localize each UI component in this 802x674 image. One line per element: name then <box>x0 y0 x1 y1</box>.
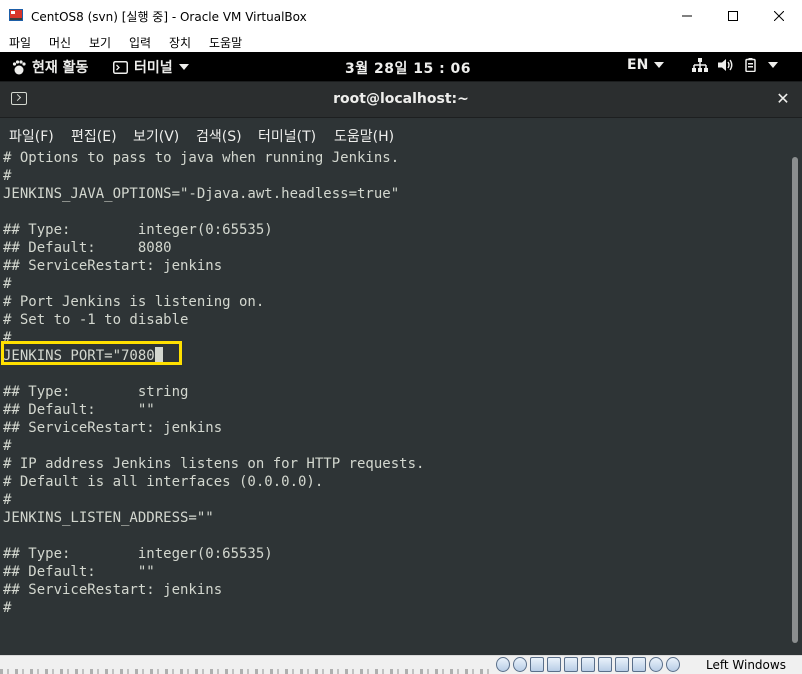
chevron-down-icon <box>178 64 189 70</box>
terminal-line: # Default is all interfaces (0.0.0.0). <box>3 474 324 490</box>
virtualbox-app-icon <box>9 9 23 21</box>
status-strip <box>0 669 490 674</box>
minimize-icon <box>682 15 692 16</box>
battery-icon <box>745 58 756 72</box>
system-tray[interactable] <box>692 58 778 72</box>
terminal-menu-help[interactable]: 도움말(H) <box>334 126 394 146</box>
terminal-menu-bar: 파일(F) 편집(E) 보기(V) 검색(S) 터미널(T) 도움말(H) <box>0 119 802 149</box>
terminal-line: # <box>3 438 12 454</box>
terminal-line: # <box>3 600 12 616</box>
terminal-line: ## Type: integer(0:65535) <box>3 222 273 238</box>
vbox-menu-devices[interactable]: 장치 <box>169 34 191 51</box>
window-title: CentOS8 (svn) [실행 중] - Oracle VM Virtual… <box>31 10 307 24</box>
minimize-button[interactable] <box>664 0 710 31</box>
activities-button[interactable]: 현재 활동 <box>12 57 88 77</box>
vbox-menu-file[interactable]: 파일 <box>9 34 31 51</box>
terminal-line: ## Type: string <box>3 384 189 400</box>
network-icon[interactable] <box>547 657 561 672</box>
terminal-close-button[interactable]: ✕ <box>774 90 792 108</box>
gnome-top-bar: 현재 활동 터미널 3월 28일 15 : 06 EN <box>0 52 802 81</box>
terminal-line: # <box>3 168 12 184</box>
vbox-menu-input[interactable]: 입력 <box>129 34 151 51</box>
terminal-menu-terminal[interactable]: 터미널(T) <box>258 126 316 146</box>
terminal-scrollbar[interactable] <box>790 149 802 655</box>
terminal-line: # Port Jenkins is listening on. <box>3 294 265 310</box>
terminal-line: # Options to pass to java when running J… <box>3 150 400 166</box>
vbox-menu-machine[interactable]: 머신 <box>49 34 71 51</box>
terminal-line: ## ServiceRestart: jenkins <box>3 258 223 274</box>
video-capture-icon[interactable] <box>615 657 629 672</box>
usb-icon[interactable] <box>564 657 578 672</box>
terminal-text-area[interactable]: # Options to pass to java when running J… <box>0 149 790 655</box>
vbox-menu-view[interactable]: 보기 <box>89 34 111 51</box>
terminal-menu-file[interactable]: 파일(F) <box>9 126 54 146</box>
terminal-title: root@localhost:~ <box>333 91 469 107</box>
guest-screen: 현재 활동 터미널 3월 28일 15 : 06 EN root@localho… <box>0 52 802 655</box>
app-menu-label: 터미널 <box>134 60 173 76</box>
app-menu[interactable]: 터미널 <box>113 57 189 77</box>
terminal-app-icon <box>113 60 128 74</box>
close-icon: ✕ <box>776 89 790 108</box>
terminal-line: ## Default: 8080 <box>3 240 172 256</box>
host-key-arrow-icon[interactable] <box>666 657 680 672</box>
display-icon[interactable] <box>598 657 612 672</box>
vbox-menu-bar: 파일 머신 보기 입력 장치 도움말 <box>0 31 802 52</box>
terminal-menu-edit[interactable]: 편집(E) <box>71 126 117 146</box>
terminal-window: root@localhost:~ ✕ 파일(F) 편집(E) 보기(V) 검색(… <box>0 81 802 655</box>
terminal-line: # IP address Jenkins listens on for HTTP… <box>3 456 425 472</box>
shared-folders-icon[interactable] <box>581 657 595 672</box>
terminal-line: # Set to -1 to disable <box>3 312 189 328</box>
vbox-menu-help[interactable]: 도움말 <box>209 34 242 51</box>
close-button[interactable] <box>756 0 802 31</box>
terminal-menu-view[interactable]: 보기(V) <box>133 126 179 146</box>
scrollbar-thumb[interactable] <box>792 157 798 643</box>
audio-icon[interactable] <box>530 657 544 672</box>
vbox-status-bar: Left Windows <box>0 655 802 674</box>
network-wired-icon <box>692 58 708 72</box>
terminal-line: JENKINS_LISTEN_ADDRESS="" <box>3 510 214 526</box>
terminal-line: JENKINS_JAVA_OPTIONS="-Djava.awt.headles… <box>3 186 400 202</box>
close-icon <box>774 10 784 21</box>
host-key-label: Left Windows <box>706 658 786 672</box>
terminal-line: ## ServiceRestart: jenkins <box>3 420 223 436</box>
input-language-selector[interactable]: EN <box>627 57 665 73</box>
terminal-line: ## Default: "" <box>3 402 155 418</box>
optical-drive-icon[interactable] <box>513 657 527 672</box>
terminal-menu-search[interactable]: 검색(S) <box>196 126 242 146</box>
terminal-line: ## Default: "" <box>3 564 155 580</box>
terminal-line: ## ServiceRestart: jenkins <box>3 582 223 598</box>
terminal-line: ## Type: integer(0:65535) <box>3 546 273 562</box>
terminal-header-bar: root@localhost:~ ✕ <box>0 82 802 118</box>
clock[interactable]: 3월 28일 15 : 06 <box>345 58 471 78</box>
maximize-icon <box>728 10 738 21</box>
highlight-box <box>1 341 182 365</box>
host-title-bar: CentOS8 (svn) [실행 중] - Oracle VM Virtual… <box>0 0 802 31</box>
chevron-down-icon <box>768 62 778 68</box>
terminal-line: # <box>3 492 12 508</box>
gnome-foot-icon <box>12 59 26 74</box>
activities-label: 현재 활동 <box>32 60 89 76</box>
chevron-down-icon <box>654 62 665 68</box>
volume-icon <box>718 59 733 71</box>
mouse-integration-icon[interactable] <box>649 657 663 672</box>
maximize-button[interactable] <box>710 0 756 31</box>
terminal-line: # <box>3 276 12 292</box>
hard-disk-icon[interactable] <box>496 657 510 672</box>
status-indicators <box>496 657 680 672</box>
virtualization-icon[interactable] <box>632 657 646 672</box>
input-language-label: EN <box>627 57 649 73</box>
